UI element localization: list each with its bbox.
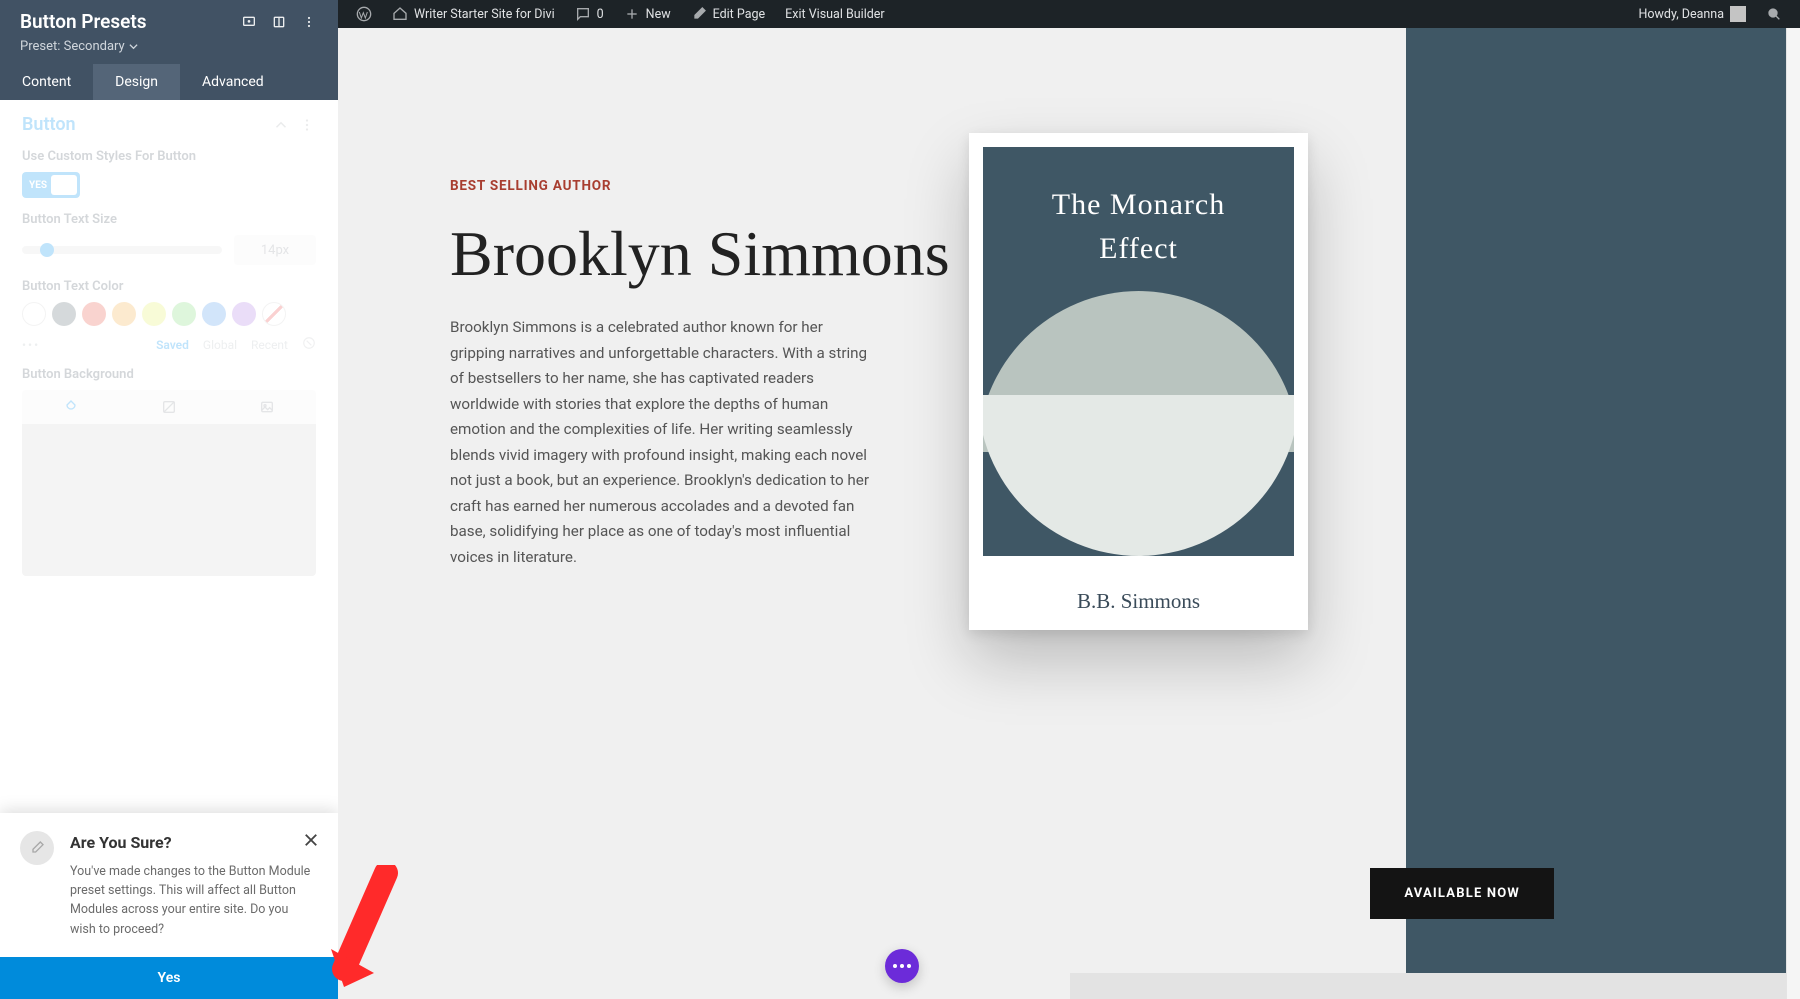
color-swatch[interactable]	[142, 302, 166, 326]
color-swatch[interactable]	[202, 302, 226, 326]
palette-saved[interactable]: Saved	[156, 338, 189, 352]
author-name-heading: Brooklyn Simmons	[450, 220, 1014, 287]
toggle-knob	[51, 175, 77, 195]
butterfly-wing-icon	[983, 395, 1139, 556]
color-swatch[interactable]	[112, 302, 136, 326]
design-panel: Button Use Custom Styles For Button YES …	[0, 100, 338, 596]
wp-admin-bar: Writer Starter Site for Divi 0 New Edit …	[338, 0, 1800, 28]
wp-site-link[interactable]: Writer Starter Site for Divi	[384, 0, 563, 28]
kebab-menu-icon[interactable]	[298, 116, 316, 134]
book-cover: The Monarch Effect	[983, 147, 1294, 616]
responsive-preview-icon[interactable]	[238, 11, 260, 33]
eyebrow-text: BEST SELLING AUTHOR	[450, 178, 1014, 194]
tab-content[interactable]: Content	[0, 64, 93, 100]
confirm-dialog: Are You Sure? You've made changes to the…	[0, 813, 338, 999]
hero-left-panel: BEST SELLING AUTHOR Brooklyn Simmons Bro…	[338, 28, 1070, 999]
wp-new-link[interactable]: New	[616, 0, 679, 28]
author-bio: Brooklyn Simmons is a celebrated author …	[450, 315, 880, 570]
book-author: B.B. Simmons	[969, 589, 1308, 614]
color-swatch[interactable]	[52, 302, 76, 326]
sidebar-header: Button Presets Preset: Secondary	[0, 0, 338, 64]
palette-recent[interactable]: Recent	[251, 338, 288, 352]
expand-icon[interactable]	[268, 11, 290, 33]
wp-search-icon[interactable]	[1758, 0, 1790, 28]
use-custom-styles-toggle[interactable]: YES	[22, 172, 80, 198]
wp-logo-icon[interactable]	[348, 0, 380, 28]
sidebar-title: Button Presets	[20, 10, 230, 33]
tab-advanced[interactable]: Advanced	[180, 64, 286, 100]
button-background-label: Button Background	[22, 367, 316, 382]
color-swatch[interactable]	[82, 302, 106, 326]
section-title-button[interactable]: Button	[22, 114, 264, 135]
confirm-title: Are You Sure?	[70, 833, 314, 852]
chevron-up-icon[interactable]	[272, 116, 290, 134]
book-title: The Monarch Effect	[983, 183, 1294, 270]
bg-tab-image[interactable]	[218, 390, 316, 424]
wp-comments-link[interactable]: 0	[567, 0, 612, 28]
bg-tab-color[interactable]	[22, 390, 120, 424]
main-area: Writer Starter Site for Divi 0 New Edit …	[338, 0, 1800, 999]
color-swatch-none[interactable]	[262, 302, 286, 326]
color-swatch[interactable]	[172, 302, 196, 326]
background-type-tabs	[22, 390, 316, 424]
swatch-more-icon[interactable]: •••	[22, 338, 40, 352]
preset-selector[interactable]: Preset: Secondary	[20, 39, 320, 54]
text-size-slider[interactable]	[22, 246, 222, 254]
book-card: The Monarch Effect B.B. Simmons	[969, 133, 1308, 630]
use-custom-styles-label: Use Custom Styles For Button	[22, 149, 316, 164]
background-color-preview[interactable]	[22, 424, 316, 576]
color-swatch[interactable]	[22, 302, 46, 326]
wp-exit-visual-builder[interactable]: Exit Visual Builder	[777, 0, 893, 28]
avatar	[1730, 6, 1746, 22]
wp-edit-page-link[interactable]: Edit Page	[683, 0, 774, 28]
tab-design[interactable]: Design	[93, 64, 180, 100]
palette-global[interactable]: Global	[203, 338, 237, 352]
available-now-button[interactable]: AVAILABLE NOW	[1370, 868, 1554, 919]
scrollbar[interactable]	[1786, 28, 1800, 999]
color-swatches	[22, 302, 316, 326]
slider-thumb[interactable]	[40, 243, 54, 257]
hero-blue-background	[1406, 28, 1800, 999]
text-size-value[interactable]: 14px	[234, 235, 316, 265]
page-canvas: BEST SELLING AUTHOR Brooklyn Simmons Bro…	[338, 28, 1800, 999]
settings-sidebar: Button Presets Preset: Secondary Content…	[0, 0, 338, 999]
confirm-edit-icon	[20, 831, 54, 865]
confirm-close-button[interactable]	[302, 831, 320, 849]
confirm-message: You've made changes to the Button Module…	[70, 862, 314, 940]
button-text-size-label: Button Text Size	[22, 212, 316, 227]
butterfly-wing-icon	[1138, 395, 1294, 556]
confirm-yes-button[interactable]: Yes	[0, 957, 338, 999]
button-text-color-label: Button Text Color	[22, 279, 316, 294]
divi-fab-button[interactable]	[885, 949, 919, 983]
palette-clear-icon[interactable]	[302, 336, 316, 353]
wp-howdy-user[interactable]: Howdy, Deanna	[1630, 0, 1754, 28]
settings-tabs: Content Design Advanced	[0, 64, 338, 100]
kebab-menu-icon[interactable]	[298, 11, 320, 33]
chevron-down-icon	[129, 42, 138, 51]
bg-tab-gradient[interactable]	[120, 390, 218, 424]
color-swatch[interactable]	[232, 302, 256, 326]
